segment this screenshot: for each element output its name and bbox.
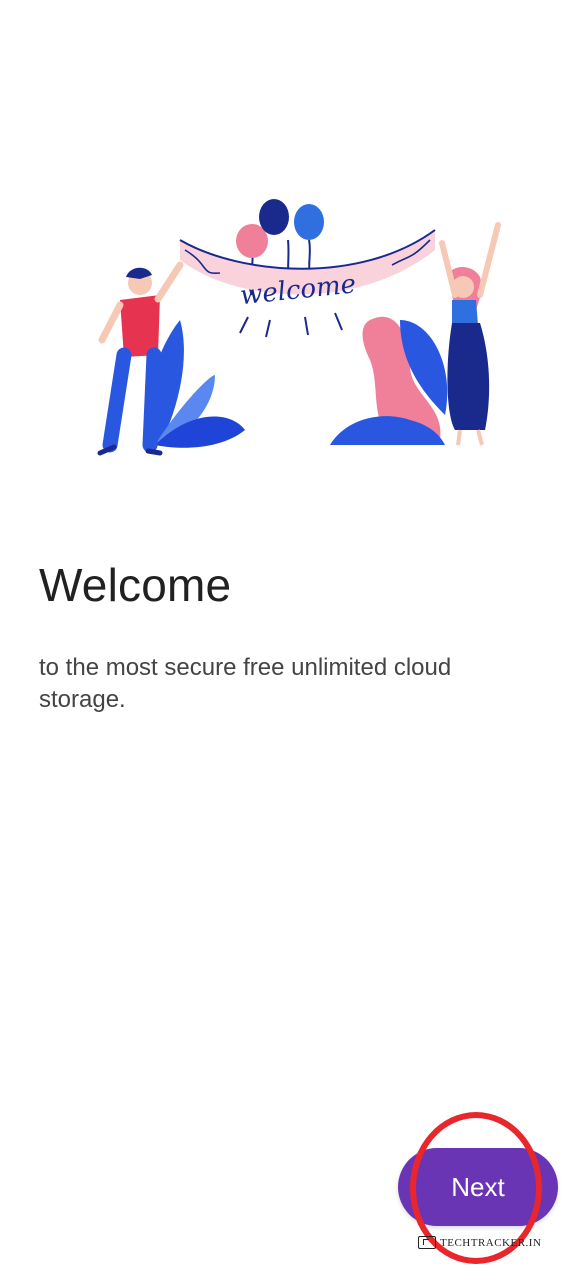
watermark: TECHTRACKER.IN — [418, 1236, 541, 1249]
woman-figure — [439, 222, 501, 446]
next-button[interactable]: Next — [398, 1148, 558, 1226]
watermark-text: TECHTRACKER.IN — [440, 1236, 542, 1249]
next-button-label: Next — [451, 1171, 505, 1202]
page-title: Welcome — [39, 559, 232, 611]
left-plant — [147, 320, 245, 448]
cursor-window-icon — [418, 1236, 436, 1249]
welcome-description: to the most secure free unlimited cloud … — [39, 654, 452, 713]
welcome-banner: welcome — [179, 229, 436, 338]
welcome-screen: welcome Welcome to the most secure free … — [0, 0, 585, 1280]
right-plants — [330, 316, 448, 445]
welcome-illustration: welcome — [97, 199, 501, 456]
